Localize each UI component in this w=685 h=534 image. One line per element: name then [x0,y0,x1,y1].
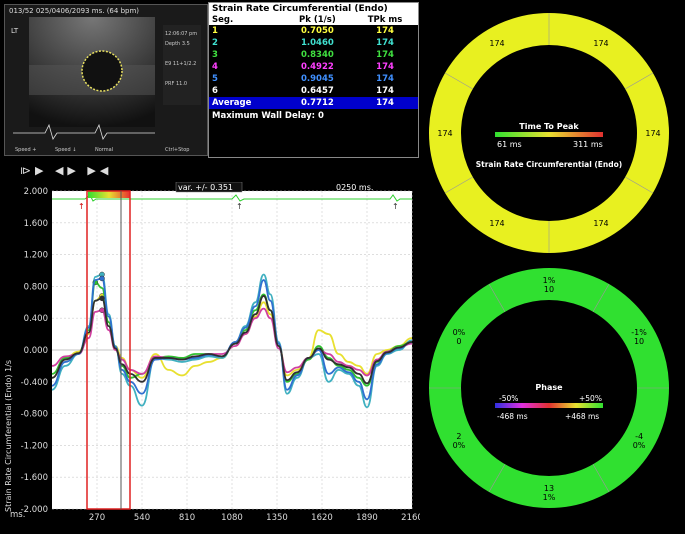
ultrasound-drawing: LT 12:06:07 pm Depth 3.5 E9 11+1/2.2 PRF… [11,17,201,153]
y-axis-label: Strain Rate Circumferential (Endo) 1/s [4,360,13,512]
marker-arrow-3: ↑ [392,202,399,211]
ttp-min: 61 ms [497,140,522,149]
col-pk: Pk (1/s) [282,15,353,25]
x-tick-label: 1890 [356,513,378,523]
average-row: Average 0.7712 174 [209,97,418,109]
y-tick-label: 1.600 [24,219,48,229]
y-tick-label: -1.600 [21,473,48,483]
y-tick-label: -1.200 [21,441,48,451]
peak-marker [99,307,105,313]
x-tick-label: 1080 [221,513,243,523]
svg-text:12:06:07 pm: 12:06:07 pm [165,31,197,37]
x-tick-labels: 270 540 810 1080 1350 1620 1890 2160 [89,513,420,523]
y-tick-label: 2.000 [24,187,48,197]
cell-pk: 0.4922 [300,62,334,72]
cell-tpk: 174 [376,74,394,84]
ttp-segment-value: 174 [437,129,452,138]
svg-text:E9 11+1/2.2: E9 11+1/2.2 [165,61,196,67]
table-row: 2 1.0460 174 [209,37,418,49]
ttp-segment-value: 174 [645,129,660,138]
table-row: 4 0.4922 174 [209,61,418,73]
phase-segment-value: 13 1% [543,484,556,502]
svg-text:Ctrl+Stop: Ctrl+Stop [165,147,189,153]
ttp-segment-value: 174 [593,219,608,228]
time-label: 0250 ms. [336,183,373,192]
peak-marker [99,295,105,302]
svg-text:Depth 3.5: Depth 3.5 [165,41,190,47]
marker-arrow-1: ↑ [78,202,85,211]
col-seg: Seg. [209,15,283,25]
marker-arrow-2: ↑ [236,202,243,211]
strain-rate-chart: 2.000 1.600 1.200 0.800 0.400 0.000 -0.400 -0.8… [4,182,420,523]
cell-pk: 0.6457 [300,86,334,96]
x-tick-label: 810 [179,513,195,523]
ultrasound-image: 013/52 025/0406/2093 ms. (64 bpm) LT 12:… [4,4,208,156]
y-tick-label: 0.800 [24,282,48,292]
variance-label: var. +/- 0.351 [178,183,233,192]
average-pk: 0.7712 [282,97,353,109]
cell-tpk: 174 [376,38,394,48]
cell-pk: 0.7050 [300,26,334,36]
svg-text:PRF 11.0: PRF 11.0 [165,81,187,87]
phase-max-pct: +50% [579,394,602,403]
col-tpk: TPk ms [352,15,418,25]
x-tick-label: 1350 [266,513,288,523]
cell-tpk: 174 [376,50,394,60]
y-tick-labels: 2.000 1.600 1.200 0.800 0.400 0.000 -0.400 -0.8… [21,187,48,515]
phase-min-ms: -468 ms [497,412,528,421]
peak-marker [99,275,105,282]
table-title: Strain Rate Circumferential (Endo) [209,3,418,15]
cell-pk: 0.9045 [300,74,334,84]
y-tick-label: -0.800 [21,410,48,420]
ttp-segment-value: 174 [489,39,504,48]
cell-seg: 4 [212,62,218,72]
x-tick-label: 2160 [401,513,420,523]
average-label: Average [209,97,283,109]
ecg-color-bar [88,191,130,198]
phase-segment-value: 1% 10 [543,276,556,294]
svg-text:Speed +: Speed + [15,147,36,153]
y-tick-label: 0.000 [24,346,48,356]
segment-table: Strain Rate Circumferential (Endo) Seg. … [208,2,419,158]
ttp-segment-value: 174 [593,39,608,48]
cell-seg: 5 [212,74,218,84]
y-tick-label: 0.400 [24,314,48,324]
x-tick-label: 270 [89,513,105,523]
time-to-peak-ring: 174 174 174 174 174 174 Time To Peak 61 ms 31… [429,13,669,253]
table-row: 3 0.8340 174 [209,49,418,61]
cell-seg: 2 [212,38,218,48]
x-tick-label: 540 [134,513,150,523]
phase-max-ms: +468 ms [565,412,599,421]
average-tpk: 174 [352,97,418,109]
svg-text:Normal: Normal [95,147,113,153]
cell-pk: 0.8340 [300,50,334,60]
svg-text:Speed ↓: Speed ↓ [55,147,76,153]
x-tick-label: 1620 [311,513,333,523]
lt-label: LT [11,27,19,35]
cell-seg: 6 [212,86,218,96]
cell-tpk: 174 [376,26,394,36]
cell-tpk: 174 [376,86,394,96]
cell-seg: 1 [212,26,218,36]
cell-pk: 1.0460 [300,38,334,48]
ttp-title: Time To Peak [519,122,579,131]
table-row: 6 0.6457 174 [209,85,418,97]
ttp-subtitle: Strain Rate Circumferential (Endo) [476,160,622,169]
table-row: 1 0.7050 174 [209,25,418,37]
max-wall-delay: Maximum Wall Delay: 0 [212,111,324,121]
ttp-color-scale [495,132,603,137]
phase-min-pct: -50% [499,394,518,403]
cell-tpk: 174 [376,62,394,72]
ttp-max: 311 ms [573,140,603,149]
table-row: 5 0.9045 174 [209,73,418,85]
phase-color-scale [495,403,603,408]
cell-seg: 3 [212,50,218,60]
phase-ring: 1% 10-1% 10-4 0%13 1%2 0%0% 0 Phase -50% +50% … [429,268,669,508]
ultrasound-header: 013/52 025/0406/2093 ms. (64 bpm) [9,7,139,15]
playback-controls[interactable]: ⧐▶ ◀▶ ▶◀ [20,164,112,177]
y-tick-label: -0.400 [21,378,48,388]
y-tick-label: 1.200 [24,251,48,261]
ttp-segment-value: 174 [489,219,504,228]
phase-title: Phase [535,383,563,392]
